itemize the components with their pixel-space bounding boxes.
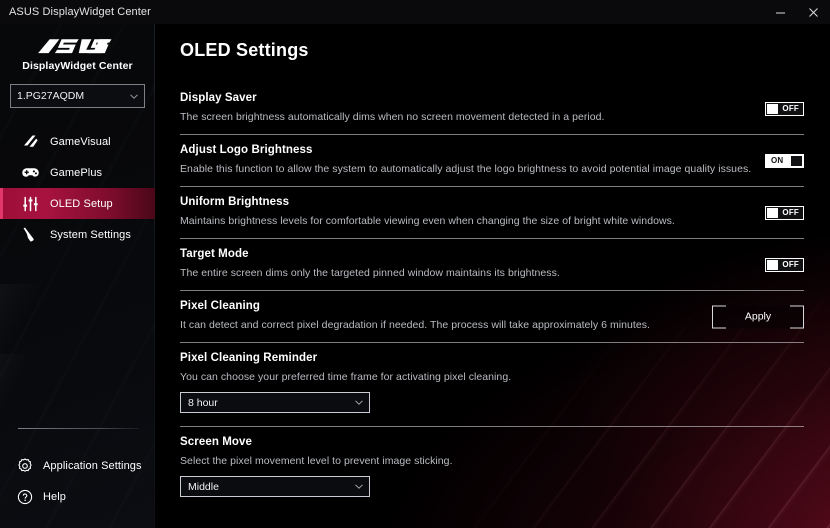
- setting-description: The entire screen dims only the targeted…: [180, 267, 804, 279]
- setting-row-target-mode: Target Mode The entire screen dims only …: [180, 239, 804, 291]
- sidebar-item-system-settings[interactable]: System Settings: [0, 219, 155, 250]
- monitor-select-value: 1.PG27AQDM: [17, 90, 130, 102]
- close-button[interactable]: [797, 0, 830, 24]
- setting-title: Pixel Cleaning Reminder: [180, 352, 804, 364]
- monitor-select[interactable]: 1.PG27AQDM: [10, 84, 145, 108]
- setting-row-uniform-brightness: Uniform Brightness Maintains brightness …: [180, 187, 804, 239]
- tools-icon: [22, 226, 39, 243]
- brand: DisplayWidget Center: [0, 24, 155, 72]
- setting-row-pixel-cleaning-reminder: Pixel Cleaning Reminder You can choose y…: [180, 343, 804, 427]
- sidebar-item-application-settings[interactable]: Application Settings: [0, 450, 155, 481]
- sidebar-item-label: System Settings: [50, 229, 131, 241]
- setting-description: It can detect and correct pixel degradat…: [180, 319, 804, 331]
- toggle-knob: [767, 104, 778, 114]
- brand-subtitle: DisplayWidget Center: [0, 60, 155, 72]
- sidebar-nav: GameVisual GamePlus: [0, 126, 155, 250]
- setting-row-pixel-cleaning: Pixel Cleaning It can detect and correct…: [180, 291, 804, 343]
- toggle-state-label: OFF: [782, 261, 799, 269]
- chevron-down-icon: [355, 400, 363, 405]
- app-window: ASUS DisplayWidget Center: [0, 0, 830, 528]
- sidebar-item-help[interactable]: Help: [0, 481, 155, 512]
- sidebar-item-gameplus[interactable]: GamePlus: [0, 157, 155, 188]
- minimize-button[interactable]: [764, 0, 797, 24]
- sidebar-nav-bottom: Application Settings Help: [0, 450, 155, 512]
- setting-description: You can choose your preferred time frame…: [180, 371, 804, 383]
- window-title: ASUS DisplayWidget Center: [0, 6, 151, 18]
- setting-description: Maintains brightness levels for comforta…: [180, 215, 804, 227]
- setting-title: Pixel Cleaning: [180, 300, 804, 312]
- window-controls: [764, 0, 830, 24]
- sidebar-item-label: Application Settings: [43, 460, 142, 472]
- dropdown-value: Middle: [188, 481, 355, 493]
- sidebar-item-label: GameVisual: [50, 136, 111, 148]
- content: OLED Settings Display Saver The screen b…: [155, 24, 830, 510]
- toggle-adjust-logo-brightness[interactable]: ON: [765, 154, 804, 168]
- asus-logo-icon: [37, 37, 119, 55]
- setting-row-display-saver: Display Saver The screen brightness auto…: [180, 83, 804, 135]
- setting-description: Select the pixel movement level to preve…: [180, 455, 804, 467]
- title-bar: ASUS DisplayWidget Center: [0, 0, 830, 24]
- toggle-knob: [767, 260, 778, 270]
- toggle-state-label: OFF: [782, 209, 799, 217]
- toggle-knob: [791, 156, 802, 166]
- chevron-down-icon: [130, 94, 138, 99]
- setting-title: Target Mode: [180, 248, 804, 260]
- toggle-target-mode[interactable]: OFF: [765, 258, 804, 272]
- setting-title: Uniform Brightness: [180, 196, 804, 208]
- gear-icon: [16, 457, 33, 474]
- sidebar-item-gamevisual[interactable]: GameVisual: [0, 126, 155, 157]
- sidebar-item-label: Help: [43, 491, 66, 503]
- sidebar-item-label: GamePlus: [50, 167, 102, 179]
- setting-control: Apply: [712, 305, 804, 328]
- main-panel: OLED Settings Display Saver The screen b…: [155, 24, 830, 528]
- setting-title: Screen Move: [180, 436, 804, 448]
- apply-button[interactable]: Apply: [712, 305, 804, 328]
- setting-description: Enable this function to allow the system…: [180, 163, 804, 175]
- toggle-knob: [767, 208, 778, 218]
- page-title: OLED Settings: [180, 24, 804, 61]
- chevron-down-icon: [355, 484, 363, 489]
- minimize-icon: [775, 7, 786, 18]
- setting-control: OFF: [765, 102, 804, 116]
- dropdown-screen-move[interactable]: Middle: [180, 476, 370, 497]
- question-circle-icon: [16, 488, 33, 505]
- setting-title: Adjust Logo Brightness: [180, 144, 804, 156]
- setting-row-screen-move: Screen Move Select the pixel movement le…: [180, 427, 804, 510]
- apply-button-label: Apply: [745, 311, 771, 323]
- settings-list: Display Saver The screen brightness auto…: [180, 83, 804, 510]
- gamevisual-icon: [22, 133, 39, 150]
- gamepad-icon: [22, 164, 39, 181]
- dropdown-value: 8 hour: [188, 397, 355, 409]
- toggle-uniform-brightness[interactable]: OFF: [765, 206, 804, 220]
- sidebar-divider: [18, 428, 139, 429]
- dropdown-pixel-cleaning-reminder[interactable]: 8 hour: [180, 392, 370, 413]
- setting-description: The screen brightness automatically dims…: [180, 111, 804, 123]
- close-icon: [808, 7, 819, 18]
- setting-control: ON: [765, 154, 804, 168]
- toggle-state-label: OFF: [782, 105, 799, 113]
- sidebar-item-oled-setup[interactable]: OLED Setup: [0, 188, 155, 219]
- sidebar-item-label: OLED Setup: [50, 198, 113, 210]
- setting-control: OFF: [765, 206, 804, 220]
- setting-control: OFF: [765, 258, 804, 272]
- setting-title: Display Saver: [180, 92, 804, 104]
- sliders-icon: [22, 195, 39, 212]
- setting-row-adjust-logo-brightness: Adjust Logo Brightness Enable this funct…: [180, 135, 804, 187]
- toggle-state-label: ON: [771, 157, 783, 165]
- sidebar: DisplayWidget Center 1.PG27AQDM GameVisu…: [0, 24, 155, 528]
- toggle-display-saver[interactable]: OFF: [765, 102, 804, 116]
